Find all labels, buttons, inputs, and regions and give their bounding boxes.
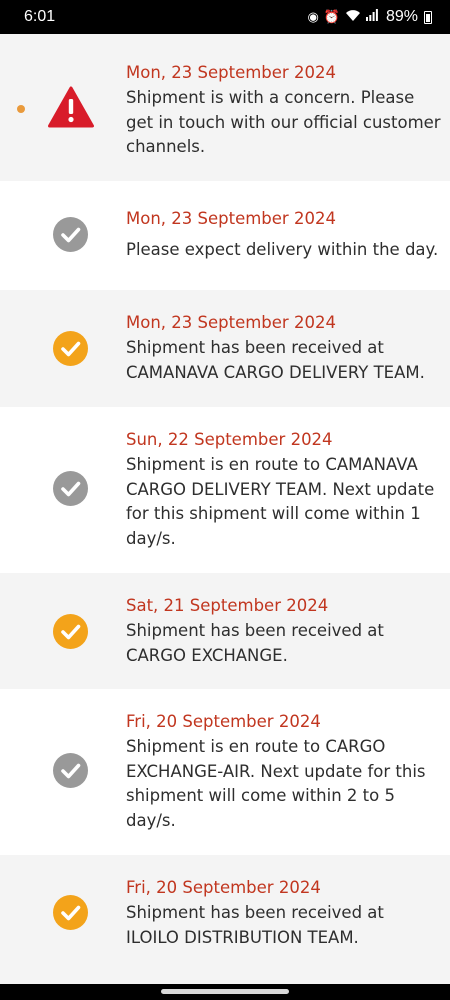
timeline-entry: Mon, 23 September 2024 Shipment is with … <box>0 34 450 181</box>
wifi-icon <box>345 9 361 26</box>
check-icon <box>53 331 88 366</box>
entry-date: Fri, 20 September 2024 <box>126 712 321 731</box>
current-status-dot <box>17 105 25 113</box>
entry-date: Fri, 20 September 2024 <box>126 878 321 897</box>
entry-message: Shipment is with a concern. Please get i… <box>126 88 441 156</box>
entry-message: Shipment has been received at ILOILO DIS… <box>126 903 384 947</box>
entry-message: Shipment is en route to CARGO EXCHANGE-A… <box>126 737 426 830</box>
status-bar: 6:01 ◉ ⏰ 89% <box>0 0 450 34</box>
status-time: 6:01 <box>24 8 56 25</box>
timeline-entry: Mon, 23 September 2024 Shipment has been… <box>0 290 450 407</box>
entry-date: Mon, 23 September 2024 <box>126 313 336 332</box>
warning-icon <box>48 86 94 128</box>
entry-date: Mon, 23 September 2024 <box>126 63 336 82</box>
entry-message: Shipment has been received at CARGO EXCH… <box>126 621 384 665</box>
entry-message: Shipment has been received at CAMANAVA C… <box>126 338 425 382</box>
notification-icon: ◉ <box>307 9 319 24</box>
timeline-entry: Fri, 20 September 2024 Shipment has been… <box>0 855 450 984</box>
check-icon <box>53 614 88 649</box>
shipment-timeline[interactable]: Mon, 23 September 2024 Shipment is with … <box>0 34 450 984</box>
navigation-bar <box>0 984 450 1000</box>
status-icons: ◉ ⏰ 89% <box>307 8 432 26</box>
entry-date: Sun, 22 September 2024 <box>126 430 333 449</box>
timeline-entry: Sat, 21 September 2024 Shipment has been… <box>0 573 450 689</box>
timeline-entry: Mon, 23 September 2024 Please expect del… <box>0 181 450 290</box>
timeline-entry: Sun, 22 September 2024 Shipment is en ro… <box>0 407 450 573</box>
entry-message: Shipment is en route to CAMANAVA CARGO D… <box>126 455 435 548</box>
entry-message: Please expect delivery within the day. <box>126 240 439 259</box>
check-icon <box>53 753 88 788</box>
entry-date: Sat, 21 September 2024 <box>126 596 329 615</box>
signal-icon <box>365 9 378 25</box>
check-icon <box>53 895 88 930</box>
check-icon <box>53 471 88 506</box>
check-icon <box>53 217 88 252</box>
battery-level: 89% <box>385 8 418 25</box>
battery-icon <box>424 10 432 24</box>
home-gesture-handle[interactable] <box>161 989 289 994</box>
alarm-icon: ⏰ <box>323 9 340 24</box>
timeline-entry: Fri, 20 September 2024 Shipment is en ro… <box>0 689 450 855</box>
entry-date: Mon, 23 September 2024 <box>126 209 336 228</box>
